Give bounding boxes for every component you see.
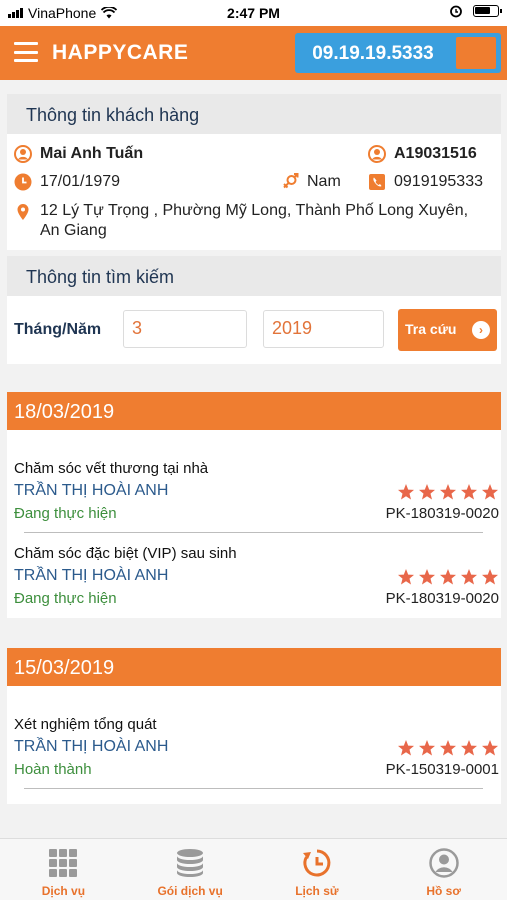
star-icon [398, 569, 414, 585]
star-icon [461, 484, 477, 500]
tab-profile[interactable]: Hồ sơ [380, 839, 507, 900]
service-status: Đang thực hiện [14, 590, 117, 607]
grid-icon [49, 849, 78, 877]
date-header: 15/03/2019 [7, 648, 501, 686]
service-title[interactable]: Chăm sóc vết thương tại nhà [14, 460, 208, 477]
chevron-right-icon: › [472, 321, 490, 339]
star-icon [398, 484, 414, 500]
divider [24, 532, 483, 533]
user-icon [14, 145, 32, 163]
order-code: PK-150319-0001 [385, 761, 499, 778]
month-input[interactable]: 3 [123, 310, 247, 348]
phone-book-icon [368, 173, 386, 191]
order-code: PK-180319-0020 [385, 590, 499, 607]
star-icon [440, 484, 456, 500]
staff-name: TRẦN THỊ HOÀI ANH [14, 738, 169, 755]
app-header: HAPPYCARE 09.19.19.5333 [0, 26, 507, 80]
customer-phone-row: 0919195333 [368, 173, 483, 191]
star-icon [419, 484, 435, 500]
database-icon [177, 849, 204, 877]
customer-phone: 0919195333 [394, 173, 483, 190]
date-label: 15/03/2019 [14, 657, 115, 679]
star-icon [482, 740, 498, 756]
hotline-button[interactable]: 09.19.19.5333 [295, 33, 501, 73]
star-icon [419, 740, 435, 756]
phone-icon [456, 37, 496, 69]
customer-code: A19031516 [394, 145, 477, 162]
service-status: Hoàn thành [14, 761, 92, 778]
history-icon [302, 849, 331, 877]
month-year-label: Tháng/Năm [14, 321, 102, 338]
star-icon [398, 740, 414, 756]
date-label: 18/03/2019 [14, 401, 115, 423]
customer-address-row: 12 Lý Tự Trọng , Phường Mỹ Long, Thành P… [14, 201, 484, 241]
star-icon [482, 569, 498, 585]
star-icon [419, 569, 435, 585]
app-title: HAPPYCARE [52, 41, 189, 64]
staff-name: TRẦN THỊ HOÀI ANH [14, 482, 169, 499]
star-icon [440, 740, 456, 756]
staff-name: TRẦN THỊ HOÀI ANH [14, 567, 169, 584]
customer-gender-row: Nam [281, 173, 341, 191]
tab-label: Hồ sơ [426, 884, 461, 898]
rating-stars [397, 739, 499, 757]
clock-icon [14, 173, 32, 191]
customer-name: Mai Anh Tuấn [40, 145, 144, 162]
tab-history[interactable]: Lịch sử [254, 839, 381, 900]
service-title[interactable]: Xét nghiệm tổng quát [14, 716, 157, 733]
star-icon [461, 740, 477, 756]
customer-name-row: Mai Anh Tuấn [14, 145, 143, 163]
clock: 2:47 PM [227, 5, 280, 21]
search-button[interactable]: Tra cứu › [398, 309, 497, 351]
star-icon [482, 484, 498, 500]
tab-services[interactable]: Dịch vụ [0, 839, 127, 900]
service-status: Đang thực hiện [14, 505, 117, 522]
tab-label: Lịch sử [295, 884, 339, 898]
customer-code-row: A19031516 [368, 145, 477, 163]
divider [24, 788, 483, 789]
service-title[interactable]: Chăm sóc đặc biệt (VIP) sau sinh [14, 545, 237, 562]
customer-dob: 17/01/1979 [40, 173, 121, 190]
profile-icon [428, 848, 459, 878]
status-bar: VinaPhone 2:47 PM [0, 0, 507, 26]
search-button-label: Tra cứu [405, 321, 457, 337]
search-section-title: Thông tin tìm kiếm [26, 267, 175, 287]
rating-stars [397, 568, 499, 586]
customer-section-title: Thông tin khách hàng [26, 105, 200, 125]
alarm-icon [450, 5, 462, 18]
customer-dob-row: 17/01/1979 [14, 173, 120, 191]
bottom-tab-bar: Dịch vụ Gói dịch vụ Lịch sử Hồ sơ [0, 838, 507, 900]
tab-label: Dịch vụ [41, 884, 86, 898]
customer-gender: Nam [307, 173, 341, 190]
customer-address: 12 Lý Tự Trọng , Phường Mỹ Long, Thành P… [40, 202, 469, 239]
battery-icon [473, 5, 502, 17]
customer-section-header: Thông tin khách hàng [7, 94, 501, 134]
menu-icon[interactable] [14, 42, 38, 62]
date-header: 18/03/2019 [7, 392, 501, 430]
search-section-header: Thông tin tìm kiếm [7, 256, 501, 296]
hotline-number: 09.19.19.5333 [312, 43, 434, 64]
year-input[interactable]: 2019 [263, 310, 384, 348]
id-icon [368, 145, 386, 163]
tab-packages[interactable]: Gói dịch vụ [127, 839, 254, 900]
star-icon [461, 569, 477, 585]
rating-stars [397, 483, 499, 501]
location-pin-icon [14, 203, 32, 221]
star-icon [440, 569, 456, 585]
gender-icon [281, 173, 299, 191]
tab-label: Gói dịch vụ [157, 884, 223, 898]
order-code: PK-180319-0020 [385, 505, 499, 522]
